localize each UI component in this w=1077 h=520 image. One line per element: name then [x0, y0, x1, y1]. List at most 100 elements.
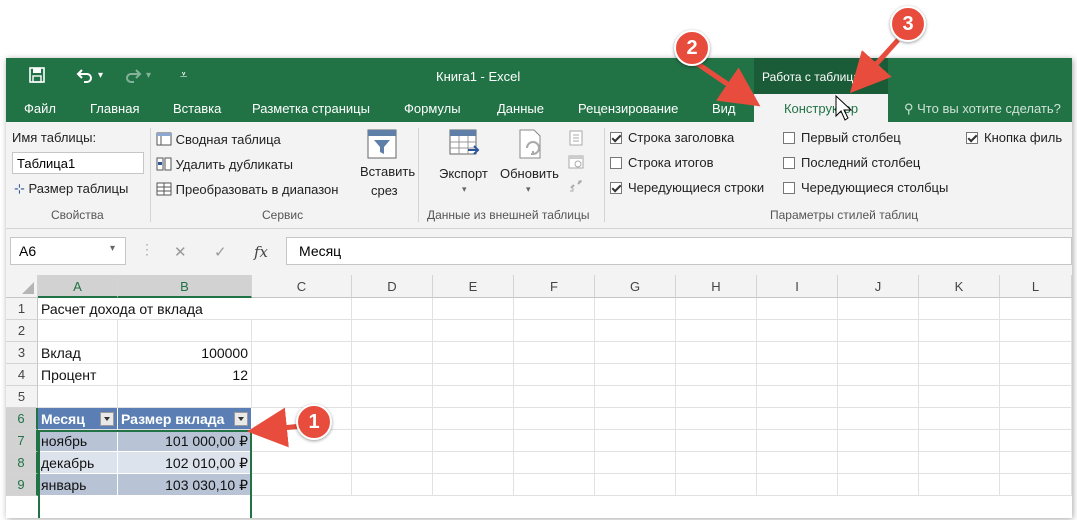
grid-cell[interactable]	[252, 386, 352, 408]
row-header-5[interactable]: 5	[6, 386, 38, 408]
column-header-h[interactable]: H	[676, 275, 757, 298]
column-header-j[interactable]: J	[838, 275, 919, 298]
unlink-icon[interactable]	[568, 178, 584, 194]
grid-cell[interactable]	[919, 408, 1000, 430]
cell-a8[interactable]: декабрь	[38, 452, 118, 474]
grid-cell[interactable]	[433, 386, 514, 408]
column-header-a[interactable]: A	[38, 275, 118, 298]
grid-cell[interactable]	[838, 342, 919, 364]
grid-cell[interactable]	[757, 452, 838, 474]
banded-columns-checkbox[interactable]	[783, 182, 795, 194]
open-in-browser-icon[interactable]	[568, 154, 584, 170]
grid-cell[interactable]	[352, 430, 433, 452]
cell-a3[interactable]: Вклад	[38, 342, 118, 364]
grid-cell[interactable]	[595, 364, 676, 386]
grid-cell[interactable]	[252, 320, 352, 342]
convert-to-range-button[interactable]: Преобразовать в диапазон	[156, 180, 338, 197]
grid-cell[interactable]	[838, 298, 919, 320]
grid-cell[interactable]	[676, 320, 757, 342]
grid-cell[interactable]	[352, 452, 433, 474]
column-header-e[interactable]: E	[433, 275, 514, 298]
grid-cell[interactable]	[1000, 474, 1072, 496]
grid-cell[interactable]	[252, 298, 352, 320]
grid-cell[interactable]	[757, 408, 838, 430]
tab-insert[interactable]: Вставка	[173, 101, 221, 116]
save-icon[interactable]	[28, 66, 46, 88]
grid-cell[interactable]	[757, 386, 838, 408]
grid-cell[interactable]	[676, 386, 757, 408]
row-header-2[interactable]: 2	[6, 320, 38, 342]
insert-function-icon[interactable]: fx	[254, 243, 268, 261]
grid-cell[interactable]	[919, 298, 1000, 320]
grid-cell[interactable]	[352, 364, 433, 386]
grid-cell[interactable]	[433, 408, 514, 430]
header-row-checkbox[interactable]	[610, 132, 622, 144]
name-box[interactable]: A6	[10, 237, 126, 265]
grid-cell[interactable]	[595, 430, 676, 452]
row-header-1[interactable]: 1	[6, 298, 38, 320]
grid-cell[interactable]	[433, 342, 514, 364]
tab-review[interactable]: Рецензирование	[578, 101, 678, 116]
grid-cell[interactable]	[595, 408, 676, 430]
cancel-icon[interactable]: ✕	[174, 243, 187, 261]
grid-cell[interactable]	[1000, 386, 1072, 408]
filter-button-checkbox[interactable]	[966, 132, 978, 144]
total-row-checkbox[interactable]	[610, 157, 622, 169]
grid-cell[interactable]	[352, 342, 433, 364]
grid-cell[interactable]	[757, 298, 838, 320]
grid-cell[interactable]	[514, 430, 595, 452]
grid-cell[interactable]	[252, 342, 352, 364]
grid-cell[interactable]	[595, 320, 676, 342]
row-header-8[interactable]: 8	[6, 452, 38, 474]
grid-cell[interactable]	[514, 452, 595, 474]
cell-b9[interactable]: 103 030,10 ₽	[118, 474, 252, 496]
grid-cell[interactable]	[514, 474, 595, 496]
cell-a7[interactable]: ноябрь	[38, 430, 118, 452]
grid-cell[interactable]	[838, 430, 919, 452]
column-header-d[interactable]: D	[352, 275, 433, 298]
cell-b7[interactable]: 101 000,00 ₽	[118, 430, 252, 452]
table-header-deposit[interactable]: Размер вклада	[118, 408, 252, 430]
resize-table-button[interactable]: ⊹ Размер таблицы	[14, 181, 128, 197]
grid-cell[interactable]	[838, 408, 919, 430]
grid-cell[interactable]	[595, 474, 676, 496]
tab-file[interactable]: Файл	[24, 101, 56, 116]
grid-cell[interactable]	[433, 298, 514, 320]
filter-dropdown-icon[interactable]	[234, 412, 248, 426]
insert-slicer-button[interactable]: Вставить срез	[356, 126, 415, 204]
grid-cell[interactable]	[433, 430, 514, 452]
undo-dropdown-icon[interactable]: ▾	[98, 70, 103, 81]
row-header-7[interactable]: 7	[6, 430, 38, 452]
remove-duplicates-button[interactable]: Удалить дубликаты	[156, 155, 293, 172]
grid-cell[interactable]	[352, 408, 433, 430]
cell-b3[interactable]: 100000	[118, 342, 252, 364]
tab-design[interactable]: Конструктор	[754, 94, 888, 122]
grid-cell[interactable]	[352, 298, 433, 320]
filter-dropdown-icon[interactable]	[100, 412, 114, 426]
cell-b2[interactable]	[118, 320, 252, 342]
grid-cell[interactable]	[433, 320, 514, 342]
grid-cell[interactable]	[514, 342, 595, 364]
grid-cell[interactable]	[595, 386, 676, 408]
grid-cell[interactable]	[514, 386, 595, 408]
grid-cell[interactable]	[919, 342, 1000, 364]
grid-cell[interactable]	[919, 474, 1000, 496]
grid-cell[interactable]	[1000, 430, 1072, 452]
grid-cell[interactable]	[595, 342, 676, 364]
grid-cell[interactable]	[676, 364, 757, 386]
tab-data[interactable]: Данные	[497, 101, 544, 116]
formula-input[interactable]: Месяц	[286, 237, 1072, 265]
grid-cell[interactable]	[919, 452, 1000, 474]
grid-cell[interactable]	[514, 320, 595, 342]
tab-view[interactable]: Вид	[712, 101, 736, 116]
grid-cell[interactable]	[1000, 320, 1072, 342]
refresh-button[interactable]: Обновить ▾	[500, 126, 562, 204]
grid-cell[interactable]	[514, 298, 595, 320]
grid-cell[interactable]	[595, 452, 676, 474]
cell-a2[interactable]	[38, 320, 118, 342]
grid-cell[interactable]	[838, 386, 919, 408]
undo-icon[interactable]	[76, 66, 94, 88]
row-header-6[interactable]: 6	[6, 408, 38, 430]
row-header-4[interactable]: 4	[6, 364, 38, 386]
tell-me-box[interactable]: ⚲ Что вы хотите сделать?	[904, 101, 1061, 117]
